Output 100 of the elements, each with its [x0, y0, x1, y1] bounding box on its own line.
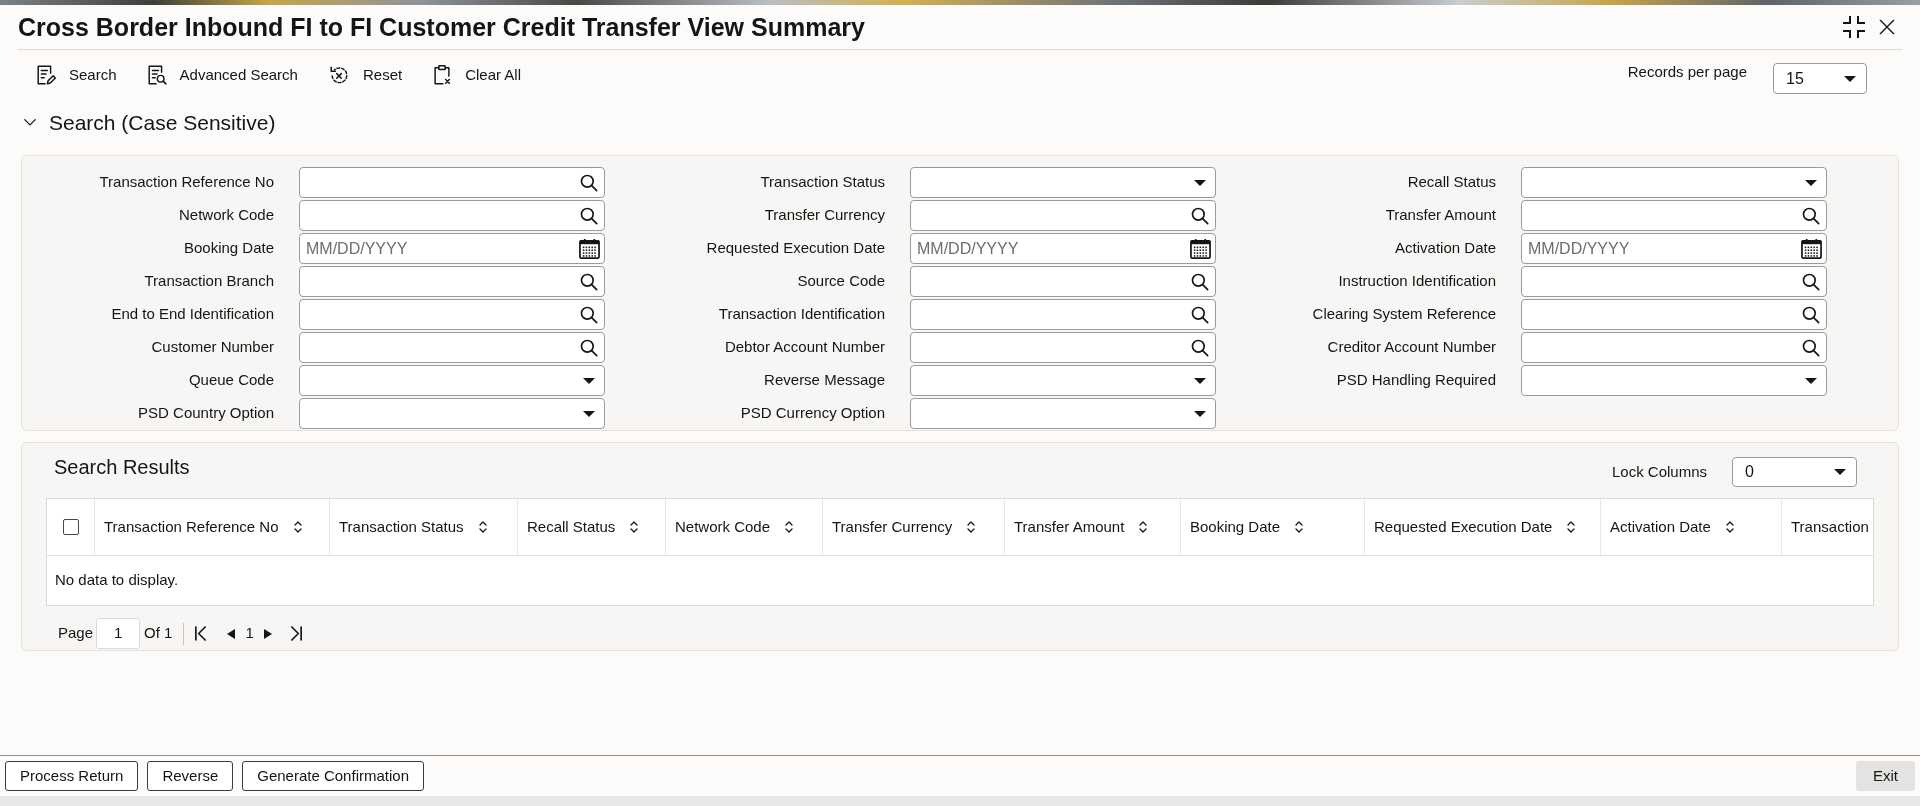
page-title: Cross Border Inbound FI to FI Customer Credit Transfer View Summary [18, 14, 865, 40]
lookup-field[interactable] [910, 266, 1216, 297]
search-icon[interactable] [1801, 206, 1821, 226]
field-label: Transfer Amount [1385, 205, 1496, 226]
dropdown-field[interactable] [299, 398, 605, 429]
search-icon[interactable] [1190, 305, 1210, 325]
search-icon[interactable] [579, 272, 599, 292]
column-header[interactable]: Transaction Status [330, 499, 518, 555]
calendar-icon[interactable] [579, 238, 600, 259]
field-label: Customer Number [151, 337, 274, 358]
date-field[interactable]: MM/DD/YYYY [1521, 233, 1827, 264]
lookup-field[interactable] [910, 299, 1216, 330]
column-header[interactable]: Recall Status [518, 499, 666, 555]
field-label: PSD Currency Option [740, 403, 885, 424]
close-icon[interactable] [1879, 19, 1895, 35]
field-label: Transfer Currency [764, 205, 885, 226]
lookup-field[interactable] [1521, 332, 1827, 363]
search-icon[interactable] [1190, 338, 1210, 358]
minimize-icon[interactable] [1842, 15, 1866, 39]
column-header[interactable]: Activation Date [1601, 499, 1782, 555]
last-page-icon[interactable] [289, 626, 303, 641]
lookup-field[interactable] [299, 167, 605, 198]
records-per-page-select[interactable]: 15 [1773, 63, 1867, 94]
search-icon[interactable] [1190, 206, 1210, 226]
date-field[interactable]: MM/DD/YYYY [299, 233, 605, 264]
sort-icon [629, 520, 640, 534]
select-all-checkbox[interactable] [62, 519, 79, 535]
results-title: Search Results [54, 455, 190, 479]
caret-down-icon [1805, 377, 1817, 384]
footer-button[interactable]: Process Return [5, 761, 139, 791]
dropdown-field[interactable] [1521, 365, 1827, 396]
calendar-icon[interactable] [1801, 238, 1822, 259]
field-label: Transaction Reference No [99, 172, 274, 193]
search-icon[interactable] [1801, 338, 1821, 358]
calendar-icon[interactable] [1190, 238, 1211, 259]
field-label: Debtor Account Number [724, 337, 885, 358]
dropdown-field[interactable] [1521, 167, 1827, 198]
search-icon[interactable] [579, 206, 599, 226]
caret-down-icon [1844, 75, 1856, 82]
lookup-field[interactable] [299, 332, 605, 363]
field-label: Clearing System Reference [1312, 304, 1496, 325]
toolbar-button[interactable]: Clear All [431, 63, 521, 86]
date-field[interactable]: MM/DD/YYYY [910, 233, 1216, 264]
toolbar-button[interactable]: Reset [326, 63, 403, 86]
records-per-page-label: Records per page [1627, 62, 1747, 82]
footer-button[interactable]: Generate Confirmation [242, 761, 424, 791]
search-icon[interactable] [1801, 305, 1821, 325]
column-header[interactable]: Transaction [1782, 499, 1873, 555]
sort-icon [477, 520, 488, 534]
next-page-icon[interactable] [263, 628, 272, 639]
dropdown-field[interactable] [910, 398, 1216, 429]
dropdown-field[interactable] [910, 167, 1216, 198]
lookup-field[interactable] [910, 200, 1216, 231]
lookup-field[interactable] [1521, 266, 1827, 297]
search-icon[interactable] [579, 173, 599, 193]
page-label: Page [58, 623, 94, 644]
search-icon[interactable] [579, 338, 599, 358]
page-input[interactable]: 1 [96, 618, 141, 649]
column-header[interactable]: Booking Date [1181, 499, 1365, 555]
column-header[interactable]: Requested Execution Date [1365, 499, 1601, 555]
caret-down-icon [1194, 377, 1206, 384]
field-label: Recall Status [1407, 172, 1496, 193]
field-label: Booking Date [183, 238, 274, 259]
caret-down-icon [1805, 179, 1817, 186]
lookup-field[interactable] [1521, 200, 1827, 231]
field-label: PSD Handling Required [1336, 370, 1496, 391]
lookup-field[interactable] [299, 266, 605, 297]
field-label: Reverse Message [764, 370, 885, 391]
lookup-field[interactable] [910, 332, 1216, 363]
field-label: Network Code [178, 205, 274, 226]
column-header[interactable]: Transfer Currency [823, 499, 1005, 555]
dropdown-field[interactable] [299, 365, 605, 396]
first-page-icon[interactable] [194, 626, 208, 641]
sort-icon [784, 520, 795, 534]
field-label: Transaction Status [760, 172, 885, 193]
lock-columns-select[interactable]: 0 [1732, 457, 1857, 487]
field-label: Queue Code [188, 370, 274, 391]
caret-down-icon [1834, 469, 1846, 475]
previous-page-icon[interactable] [227, 628, 236, 639]
exit-button[interactable]: Exit [1856, 761, 1915, 791]
sort-icon [1724, 520, 1735, 534]
toolbar-button[interactable]: Search [35, 63, 117, 86]
footer-button[interactable]: Reverse [147, 761, 234, 791]
sort-icon [966, 520, 977, 534]
field-label: Creditor Account Number [1327, 337, 1496, 358]
field-label: Transaction Identification [718, 304, 885, 325]
column-header[interactable]: Network Code [666, 499, 823, 555]
search-icon[interactable] [1190, 272, 1210, 292]
search-icon[interactable] [1801, 272, 1821, 292]
lookup-field[interactable] [1521, 299, 1827, 330]
current-page[interactable]: 1 [245, 622, 254, 645]
caret-down-icon [583, 377, 595, 384]
sort-icon [1566, 520, 1577, 534]
dropdown-field[interactable] [910, 365, 1216, 396]
column-header[interactable]: Transaction Reference No [95, 499, 330, 555]
lookup-field[interactable] [299, 200, 605, 231]
column-header[interactable]: Transfer Amount [1005, 499, 1181, 555]
search-icon[interactable] [579, 305, 599, 325]
lookup-field[interactable] [299, 299, 605, 330]
toolbar-button[interactable]: Advanced Search [145, 63, 298, 86]
